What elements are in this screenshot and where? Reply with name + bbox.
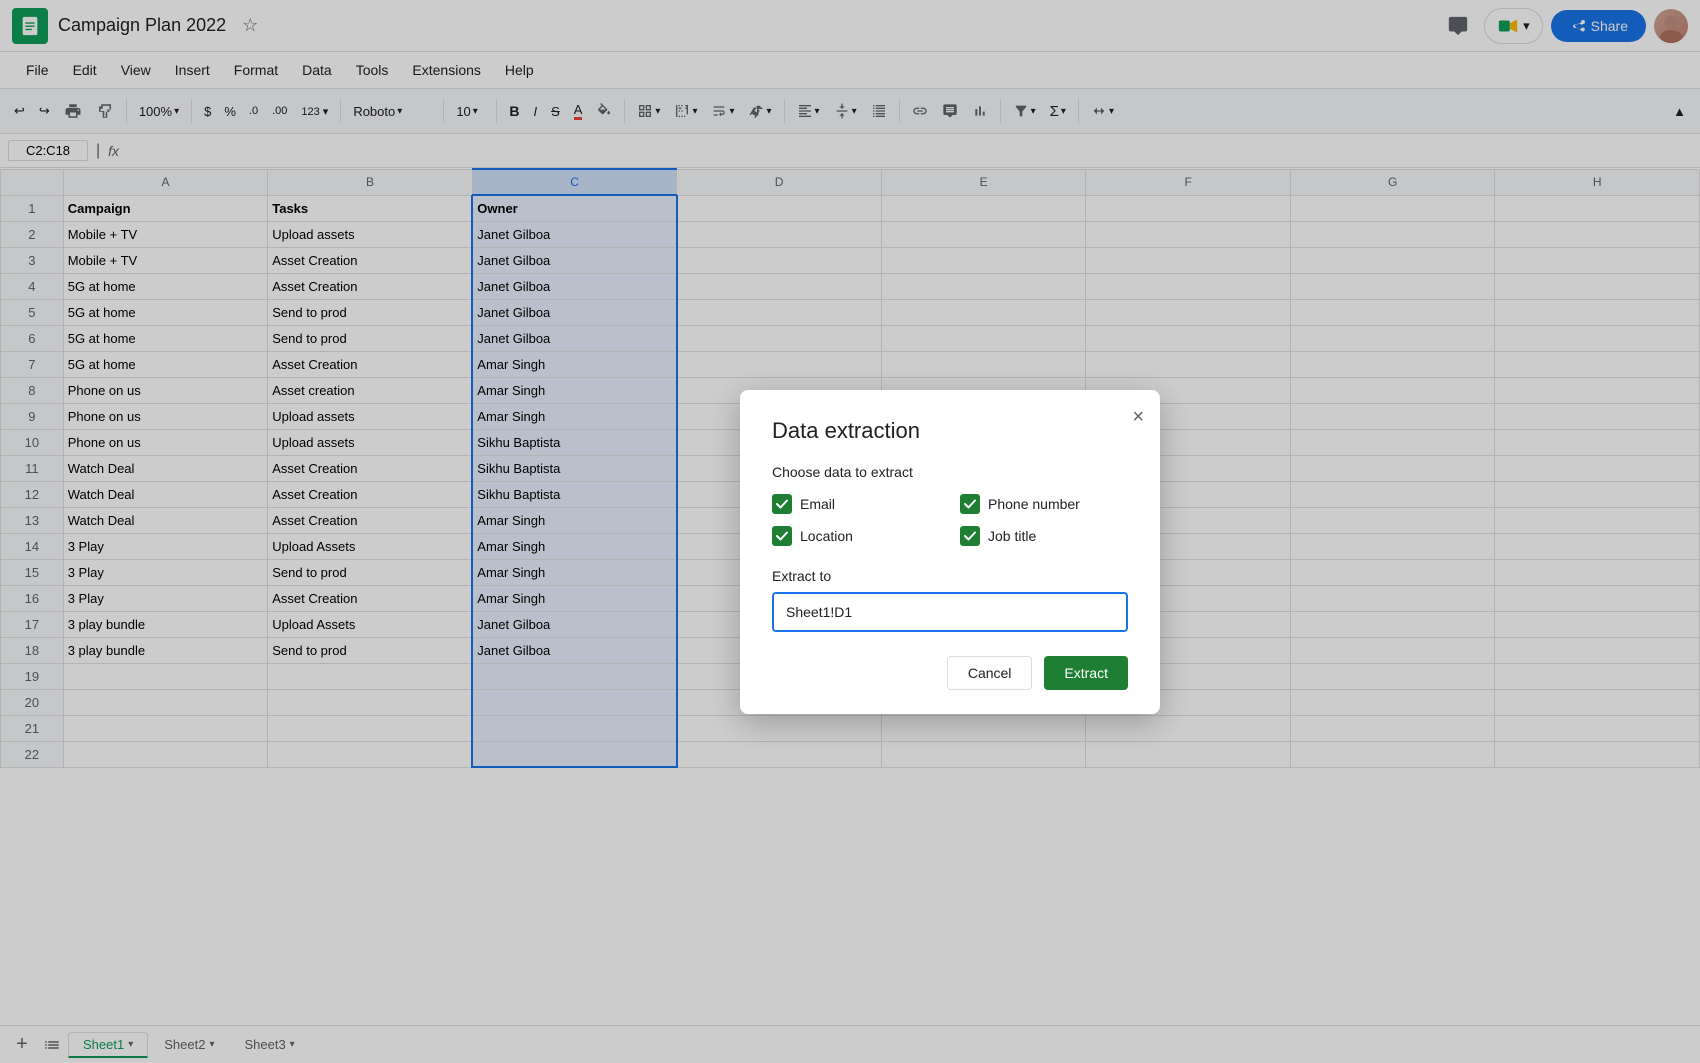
dialog-close-button[interactable]: ×	[1132, 406, 1144, 429]
dialog-section-label: Choose data to extract	[772, 464, 1128, 480]
checkbox-email-label: Email	[800, 496, 835, 512]
checkbox-location-box[interactable]	[772, 526, 792, 546]
checkbox-jobtitle-box[interactable]	[960, 526, 980, 546]
checkbox-jobtitle[interactable]: Job title	[960, 526, 1128, 546]
checkbox-phone[interactable]: Phone number	[960, 494, 1128, 514]
checkbox-location-label: Location	[800, 528, 853, 544]
checkbox-phone-box[interactable]	[960, 494, 980, 514]
checkbox-email[interactable]: Email	[772, 494, 940, 514]
checkbox-email-box[interactable]	[772, 494, 792, 514]
extract-to-input[interactable]	[772, 592, 1128, 632]
extract-to-label: Extract to	[772, 568, 1128, 584]
dialog-title: Data extraction	[772, 418, 1128, 444]
checkbox-phone-label: Phone number	[988, 496, 1080, 512]
checkbox-location[interactable]: Location	[772, 526, 940, 546]
checkbox-jobtitle-label: Job title	[988, 528, 1036, 544]
cancel-button[interactable]: Cancel	[947, 656, 1033, 690]
extract-button[interactable]: Extract	[1044, 656, 1128, 690]
dialog-actions: Cancel Extract	[772, 656, 1128, 690]
dialog-overlay: Data extraction × Choose data to extract…	[0, 0, 1700, 1063]
data-extraction-dialog: Data extraction × Choose data to extract…	[740, 390, 1160, 714]
checkbox-grid: Email Phone number Location	[772, 494, 1128, 546]
